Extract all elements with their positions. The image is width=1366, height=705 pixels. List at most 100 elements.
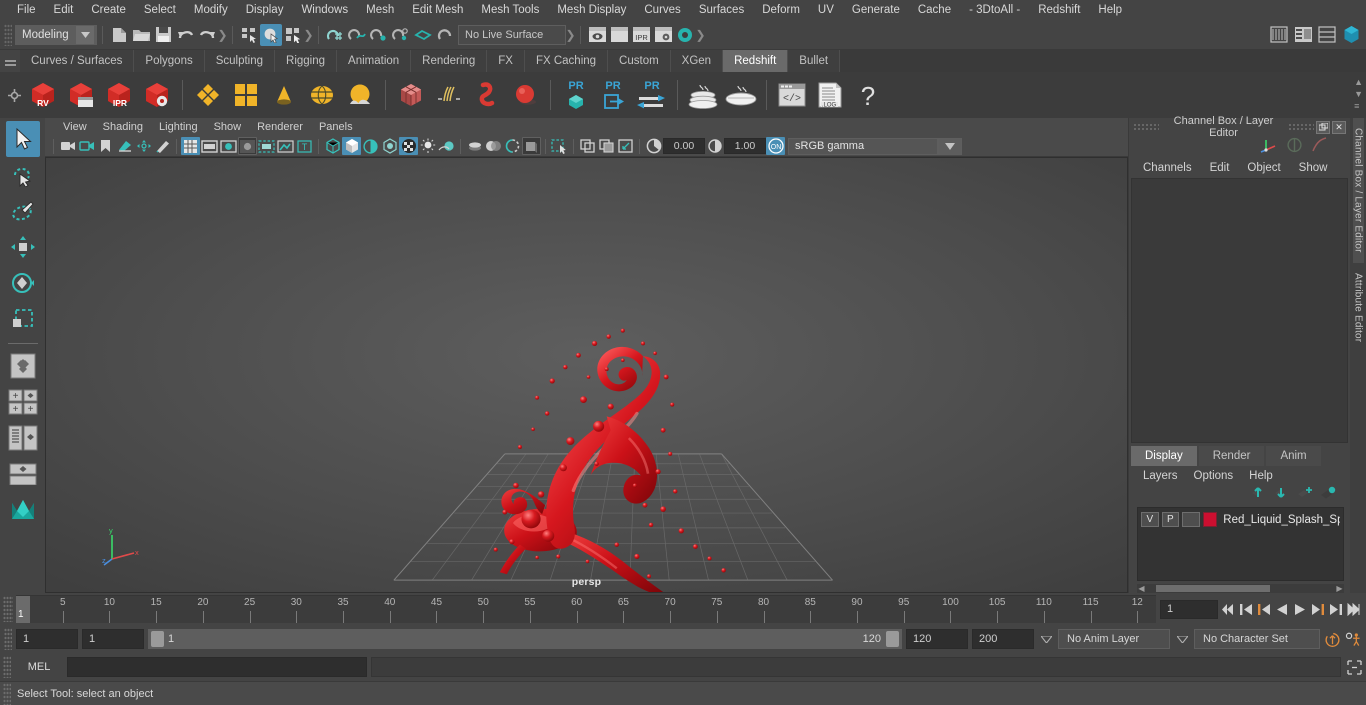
exposure-field[interactable]: 0.00 [663,138,705,154]
range-end-handle[interactable] [886,631,899,647]
snap-projected-center-icon[interactable] [390,24,412,46]
tab-anim[interactable]: Anim [1266,446,1321,466]
channel-menu-channels[interactable]: Channels [1135,162,1200,174]
grease-pencil-icon[interactable] [153,137,172,155]
display-layer-list[interactable]: V P Red_Liquid_Splash_Sp [1137,507,1344,581]
play-forwards-icon[interactable] [1291,599,1308,619]
redshift-environment-icon[interactable] [341,75,379,115]
play-backwards-icon[interactable] [1273,599,1290,619]
range-start-handle[interactable] [151,631,164,647]
channel-menu-show[interactable]: Show [1291,162,1336,174]
channel-menu-object[interactable]: Object [1239,162,1288,174]
viewport-menu-view[interactable]: View [55,121,95,133]
collapse-arrow-icon[interactable]: ❯ [217,26,227,44]
vtab-attribute-editor[interactable]: Attribute Editor [1353,263,1364,352]
tab-render[interactable]: Render [1198,446,1265,466]
color-profile-field[interactable]: sRGB gamma [788,137,938,155]
menu-edit-mesh[interactable]: Edit Mesh [403,0,472,20]
scale-tool-button[interactable] [6,301,40,337]
menu-help[interactable]: Help [1089,0,1131,20]
log-file-icon[interactable]: .LOG [811,75,849,115]
camera-attributes-icon[interactable] [77,137,96,155]
menu-generate[interactable]: Generate [843,0,909,20]
texture-checker-icon[interactable] [399,137,418,155]
menu-mesh-display[interactable]: Mesh Display [548,0,635,20]
menu-deform[interactable]: Deform [753,0,809,20]
menu-create[interactable]: Create [82,0,135,20]
snap-magnet-icon[interactable] [434,24,456,46]
shelf-tab-sculpting[interactable]: Sculpting [204,50,276,72]
rotate-tool-button[interactable] [6,265,40,301]
panel-close-icon[interactable]: ✕ [1332,120,1346,134]
ambient-occlusion-icon[interactable] [484,137,503,155]
current-frame-field[interactable]: 1 [1160,599,1218,619]
two-d-pan-zoom-icon[interactable] [134,137,153,155]
shelf-tab-bullet[interactable]: Bullet [788,50,841,72]
shelf-tab-polygons[interactable]: Polygons [134,50,205,72]
open-scene-icon[interactable] [130,24,152,46]
shelf-scroll-down-icon[interactable]: ▼ [1354,89,1363,99]
redshift-render-view-icon[interactable]: RV [24,75,62,115]
redshift-render-sequence-icon[interactable] [62,75,100,115]
new-scene-icon[interactable] [108,24,130,46]
layer-playback-toggle[interactable]: P [1161,512,1180,527]
script-editor-launch-icon[interactable] [1345,657,1363,677]
viewport-menu-panels[interactable]: Panels [311,121,361,133]
shadows-icon[interactable] [465,137,484,155]
redo-render-icon[interactable] [608,24,630,46]
animation-end-field[interactable]: 200 [972,629,1034,649]
layer-menu-layers[interactable]: Layers [1135,470,1186,482]
collapse-arrow-icon[interactable]: ❯ [565,26,575,44]
channel-menu-edit[interactable]: Edit [1202,162,1238,174]
character-set-field[interactable]: No Character Set [1194,629,1320,649]
viewport-menu-lighting[interactable]: Lighting [151,121,206,133]
menu-cache[interactable]: Cache [909,0,960,20]
snapshot-view-icon[interactable] [616,137,635,155]
exposure-control-icon[interactable] [257,137,276,155]
text-overlay-icon[interactable]: T [295,137,314,155]
range-bar[interactable]: 1 120 [148,629,902,649]
time-slider-cursor[interactable]: 1 [16,596,30,623]
bake-stack-icon[interactable] [684,75,722,115]
motion-blur-icon[interactable] [522,137,541,155]
pr-export-icon[interactable]: PR [595,75,633,115]
viewport-menu-show[interactable]: Show [206,121,250,133]
redshift-hair-icon[interactable] [430,75,468,115]
redshift-ipr-icon[interactable]: IPR [100,75,138,115]
color-management-toggle-icon[interactable]: ON [766,137,785,155]
render-current-frame-icon[interactable] [586,24,608,46]
shelf-tab-animation[interactable]: Animation [337,50,412,72]
layout-four-view-button[interactable]: + + + [6,384,40,420]
pr-transfer-icon[interactable]: PR [633,75,671,115]
panel-drag-handle[interactable] [1133,123,1159,131]
shelf-tab-xgen[interactable]: XGen [670,50,724,72]
anim-layer-field[interactable]: No Anim Layer [1058,629,1170,649]
snap-grid-icon[interactable] [324,24,346,46]
command-language-label[interactable]: MEL [15,661,63,673]
snap-curve-icon[interactable] [346,24,368,46]
redshift-material-icon[interactable] [189,75,227,115]
menu-redshift[interactable]: Redshift [1029,0,1089,20]
menu-file[interactable]: File [8,0,45,20]
redshift-light-cone-icon[interactable] [265,75,303,115]
shelf-scroll-arrows[interactable]: ▲ ▼ ≡ [1354,77,1363,111]
step-back-icon[interactable] [1237,599,1254,619]
select-object-icon[interactable] [260,23,282,46]
select-component-icon[interactable] [282,24,304,46]
go-to-start-icon[interactable] [1219,599,1236,619]
status-line-grip[interactable] [4,23,12,46]
next-key-icon[interactable] [1309,599,1326,619]
viewport-menu-shading[interactable]: Shading [95,121,151,133]
shelf-tab-rigging[interactable]: Rigging [275,50,338,72]
range-slider-grip[interactable] [4,628,12,650]
shelf-scroll-up-icon[interactable]: ▲ [1354,77,1363,87]
redshift-sphere-icon[interactable] [506,75,544,115]
shelf-tab-curves-surfaces[interactable]: Curves / Surfaces [20,50,135,72]
manipulator-rotate-icon[interactable] [1311,136,1328,158]
redshift-dome-light-icon[interactable] [303,75,341,115]
undo-icon[interactable] [174,24,196,46]
auto-keyframe-toggle-icon[interactable] [1324,629,1341,649]
shelf-options-handle[interactable] [4,88,24,102]
layout-hypergraph-button[interactable] [6,456,40,492]
menu-3dtoall[interactable]: - 3DtoAll - [960,0,1029,20]
